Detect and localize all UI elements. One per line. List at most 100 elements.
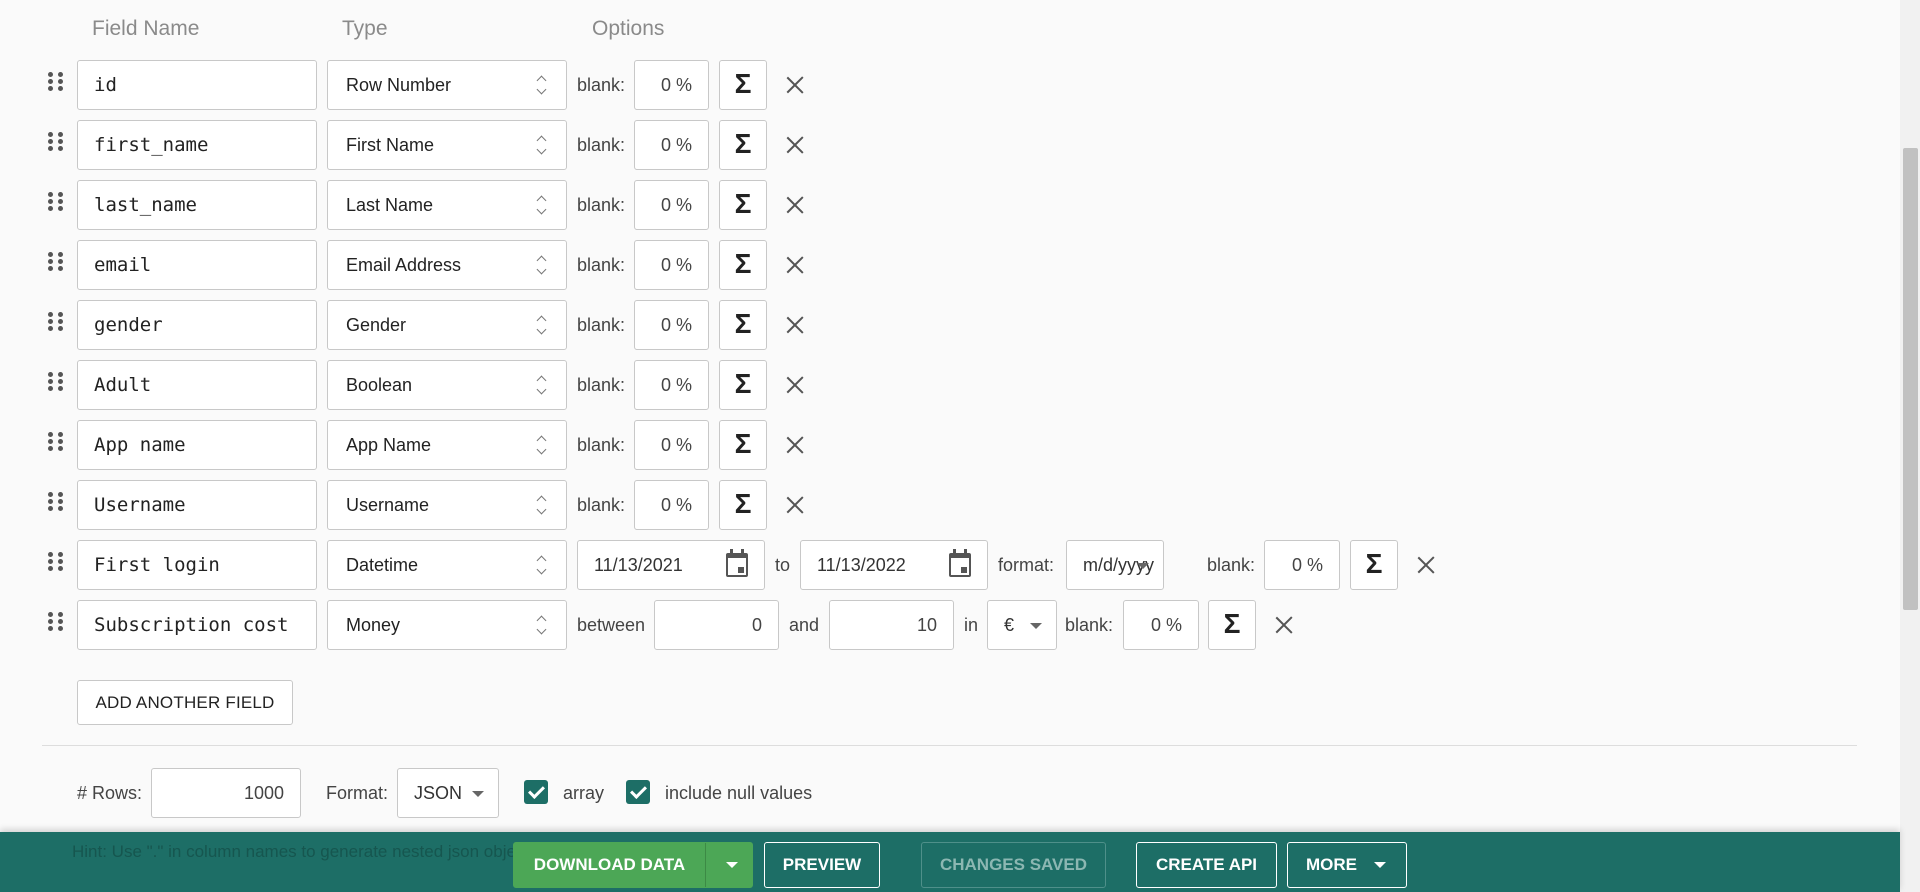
blank-percent-input[interactable]: 0 % [634, 420, 709, 470]
currency-select[interactable]: € [987, 600, 1057, 650]
drag-handle-icon[interactable] [48, 432, 64, 456]
blank-percent-input[interactable]: 0 % [1264, 540, 1340, 590]
field-row: Adult Boolean blank: 0 % Σ [0, 360, 1500, 410]
field-type-select[interactable]: Row Number [327, 60, 567, 110]
field-type-select[interactable]: Boolean [327, 360, 567, 410]
field-name-input[interactable]: Username [77, 480, 317, 530]
formula-button[interactable]: Σ [1350, 540, 1398, 590]
chevron-down-icon [1137, 563, 1149, 569]
field-name-input[interactable]: Adult [77, 360, 317, 410]
close-icon[interactable] [783, 253, 807, 277]
field-type-value: App Name [346, 435, 432, 455]
updown-icon [536, 315, 546, 335]
formula-button[interactable]: Σ [719, 360, 767, 410]
drag-handle-icon[interactable] [48, 612, 64, 636]
blank-label: blank: [577, 495, 626, 515]
currency-value: € [1004, 615, 1015, 635]
drag-handle-icon[interactable] [48, 372, 64, 396]
field-type-select[interactable]: First Name [327, 120, 567, 170]
drag-handle-icon[interactable] [48, 252, 64, 276]
blank-percent-input[interactable]: 0 % [634, 300, 709, 350]
header-options: Options [592, 17, 665, 40]
field-row: App name App Name blank: 0 % Σ [0, 420, 1500, 470]
blank-percent-input[interactable]: 0 % [634, 60, 709, 110]
scrollbar[interactable] [1900, 0, 1920, 892]
updown-icon [536, 255, 546, 275]
field-name-input[interactable]: gender [77, 300, 317, 350]
date-from-input[interactable]: 11/13/2021 [577, 540, 765, 590]
blank-percent-input[interactable]: 0 % [634, 240, 709, 290]
formula-button[interactable]: Σ [719, 420, 767, 470]
field-name-input[interactable]: id [77, 60, 317, 110]
field-type-select[interactable]: Datetime [327, 540, 567, 590]
calendar-icon[interactable] [726, 549, 748, 577]
close-icon[interactable] [783, 193, 807, 217]
drag-handle-icon[interactable] [48, 132, 64, 156]
formula-button[interactable]: Σ [719, 180, 767, 230]
close-icon[interactable] [783, 493, 807, 517]
download-data-button[interactable]: DOWNLOAD DATA [513, 842, 753, 888]
blank-percent-input[interactable]: 0 % [634, 180, 709, 230]
field-type-select[interactable]: Money [327, 600, 567, 650]
changes-saved-button: CHANGES SAVED [921, 842, 1106, 888]
field-row: Subscription cost Money between 0 and 10… [0, 600, 1500, 650]
blank-percent-input[interactable]: 0 % [634, 480, 709, 530]
drag-handle-icon[interactable] [48, 192, 64, 216]
date-format-select[interactable]: m/d/yyyy [1066, 540, 1164, 590]
to-label: to [775, 555, 791, 575]
drag-handle-icon[interactable] [48, 312, 64, 336]
field-type-value: Money [346, 615, 401, 635]
formula-button[interactable]: Σ [719, 120, 767, 170]
close-icon[interactable] [783, 313, 807, 337]
close-icon[interactable] [783, 73, 807, 97]
field-row: gender Gender blank: 0 % Σ [0, 300, 1500, 350]
formula-button[interactable]: Σ [719, 480, 767, 530]
close-icon[interactable] [783, 373, 807, 397]
more-button[interactable]: MORE [1287, 842, 1407, 888]
field-type-select[interactable]: Last Name [327, 180, 567, 230]
chevron-down-icon[interactable] [726, 862, 738, 868]
drag-handle-icon[interactable] [48, 492, 64, 516]
field-type-select[interactable]: Username [327, 480, 567, 530]
field-type-value: Email Address [346, 255, 462, 275]
rows-input[interactable]: 1000 [151, 768, 301, 818]
field-name-input[interactable]: email [77, 240, 317, 290]
close-icon[interactable] [1272, 613, 1296, 637]
formula-button[interactable]: Σ [719, 60, 767, 110]
field-name-input[interactable]: last_name [77, 180, 317, 230]
blank-percent-input[interactable]: 0 % [634, 360, 709, 410]
preview-button[interactable]: PREVIEW [764, 842, 880, 888]
drag-handle-icon[interactable] [48, 552, 64, 576]
close-icon[interactable] [1414, 553, 1438, 577]
field-type-select[interactable]: Email Address [327, 240, 567, 290]
array-checkbox[interactable] [524, 780, 548, 804]
field-name-input[interactable]: App name [77, 420, 317, 470]
include-null-values-checkbox[interactable] [626, 780, 650, 804]
money-max-input[interactable]: 10 [829, 600, 954, 650]
date-to-input[interactable]: 11/13/2022 [800, 540, 988, 590]
create-api-button[interactable]: CREATE API [1136, 842, 1277, 888]
formula-button[interactable]: Σ [1208, 600, 1256, 650]
drag-handle-icon[interactable] [48, 72, 64, 96]
add-another-field-button[interactable]: ADD ANOTHER FIELD [77, 680, 293, 725]
blank-label: blank: [1065, 615, 1114, 635]
field-row: id Row Number blank: 0 % Σ [0, 60, 1500, 110]
field-name-input[interactable]: Subscription cost [77, 600, 317, 650]
field-type-select[interactable]: Gender [327, 300, 567, 350]
blank-percent-input[interactable]: 0 % [1123, 600, 1199, 650]
format-select[interactable]: JSON [397, 768, 499, 818]
field-type-value: Gender [346, 315, 407, 335]
scrollbar-thumb[interactable] [1903, 148, 1918, 610]
calendar-icon[interactable] [949, 549, 971, 577]
field-type-select[interactable]: App Name [327, 420, 567, 470]
money-min-input[interactable]: 0 [654, 600, 779, 650]
blank-percent-input[interactable]: 0 % [634, 120, 709, 170]
field-row: First login Datetime 11/13/2021 to 11/13… [0, 540, 1500, 590]
formula-button[interactable]: Σ [719, 300, 767, 350]
field-name-input[interactable]: First login [77, 540, 317, 590]
close-icon[interactable] [783, 433, 807, 457]
close-icon[interactable] [783, 133, 807, 157]
updown-icon [536, 555, 546, 575]
field-name-input[interactable]: first_name [77, 120, 317, 170]
formula-button[interactable]: Σ [719, 240, 767, 290]
